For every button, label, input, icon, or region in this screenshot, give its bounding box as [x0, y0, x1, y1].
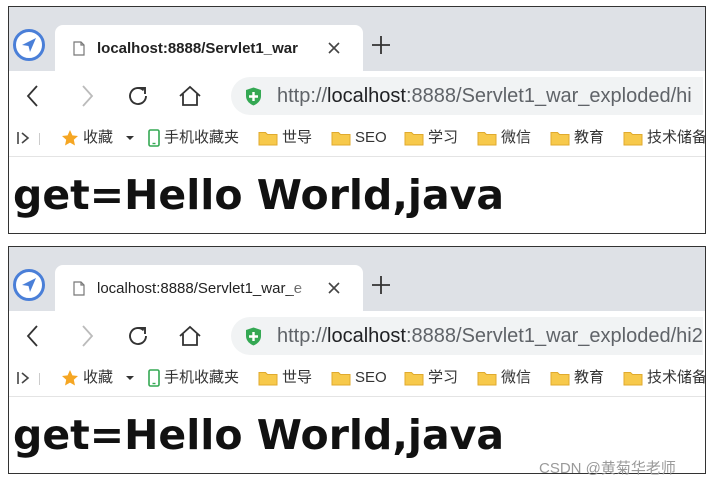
- folder-icon: [331, 132, 351, 146]
- sidebar-toggle-icon[interactable]: [16, 130, 32, 146]
- bookmark-folder[interactable]: 学习: [404, 367, 458, 389]
- bookmark-label: 手机收藏夹: [164, 129, 240, 146]
- bookmark-favorites[interactable]: 收藏: [61, 367, 135, 389]
- bookmark-label: 手机收藏夹: [164, 369, 240, 386]
- bookmark-folder[interactable]: 教育: [550, 127, 604, 149]
- bookmark-label: 微信: [501, 129, 532, 146]
- tab-active[interactable]: localhost:8888/Servlet1_war: [55, 25, 363, 71]
- new-tab-icon[interactable]: [369, 273, 393, 297]
- bookmarks-bar: 收藏 手机收藏夹 世导 SEO 学习 微信 教育 技术储备: [9, 359, 705, 397]
- reload-icon[interactable]: [125, 323, 151, 349]
- tab-strip: localhost:8888/Servlet1_war: [9, 7, 705, 71]
- response-text: get=Hello World,java: [13, 171, 505, 219]
- bookmark-label: 技术储备: [647, 369, 705, 386]
- bookmark-folder[interactable]: 教育: [550, 367, 604, 389]
- star-icon: [62, 130, 78, 146]
- url-text: http://localhost:8888/Servlet1_war_explo…: [277, 324, 703, 348]
- forward-icon[interactable]: [73, 83, 99, 109]
- bookmark-label: 教育: [574, 369, 605, 386]
- chevron-down-icon[interactable]: [125, 374, 135, 382]
- page-icon: [73, 41, 85, 56]
- bookmark-folder[interactable]: 世导: [258, 367, 312, 389]
- bookmark-folder[interactable]: 技术储备: [623, 367, 705, 389]
- bookmark-label: SEO: [355, 129, 387, 146]
- folder-icon: [258, 372, 278, 386]
- browser-logo-icon[interactable]: [13, 29, 45, 61]
- toolbar: http://localhost:8888/Servlet1_war_explo…: [9, 311, 705, 359]
- bookmark-label: 微信: [501, 369, 532, 386]
- page-icon: [73, 281, 85, 296]
- browser-logo-icon[interactable]: [13, 269, 45, 301]
- mobile-icon: [148, 369, 160, 387]
- url-path: :8888/Servlet1_war_exploded/hi: [405, 85, 692, 107]
- forward-icon[interactable]: [73, 323, 99, 349]
- folder-icon: [404, 372, 424, 386]
- home-icon[interactable]: [177, 83, 203, 109]
- star-icon: [62, 370, 78, 386]
- shield-icon: [246, 87, 261, 106]
- bookmark-folder[interactable]: 世导: [258, 127, 312, 149]
- back-icon[interactable]: [21, 323, 47, 349]
- url-scheme: http://: [277, 85, 328, 107]
- url-scheme: http://: [277, 325, 328, 347]
- back-icon[interactable]: [21, 83, 47, 109]
- folder-icon: [477, 372, 497, 386]
- browser-window-2: localhost:8888/Servlet1_war_e http://loc…: [8, 246, 706, 474]
- new-tab-icon[interactable]: [369, 33, 393, 57]
- shield-icon: [246, 327, 261, 346]
- watermark: CSDN @黄菊华老师: [539, 460, 676, 477]
- tab-strip: localhost:8888/Servlet1_war_e: [9, 247, 705, 311]
- bookmark-divider: [39, 133, 40, 145]
- bookmark-label: 学习: [428, 129, 459, 146]
- url-host: localhost: [327, 325, 406, 347]
- bookmark-divider: [39, 373, 40, 385]
- mobile-icon: [148, 129, 160, 147]
- tab-title: localhost:8888/Servlet1_war: [97, 40, 298, 57]
- toolbar: http://localhost:8888/Servlet1_war_explo…: [9, 71, 705, 119]
- bookmark-folder[interactable]: 微信: [477, 367, 531, 389]
- bookmark-folder[interactable]: SEO: [331, 367, 387, 389]
- bookmark-label: 收藏: [83, 369, 114, 386]
- url-host: localhost: [327, 85, 406, 107]
- home-icon[interactable]: [177, 323, 203, 349]
- bookmark-folder[interactable]: 学习: [404, 127, 458, 149]
- bookmark-label: 教育: [574, 129, 605, 146]
- folder-icon: [331, 372, 351, 386]
- bookmark-label: SEO: [355, 369, 387, 386]
- folder-icon: [258, 132, 278, 146]
- address-bar[interactable]: http://localhost:8888/Servlet1_war_explo…: [231, 77, 703, 115]
- bookmark-folder[interactable]: 技术储备: [623, 127, 705, 149]
- folder-icon: [550, 372, 570, 386]
- folder-icon: [623, 132, 643, 146]
- address-bar[interactable]: http://localhost:8888/Servlet1_war_explo…: [231, 317, 703, 355]
- folder-icon: [404, 132, 424, 146]
- bookmark-mobile[interactable]: 手机收藏夹: [148, 367, 239, 389]
- close-tab-icon[interactable]: [327, 41, 341, 55]
- url-text: http://localhost:8888/Servlet1_war_explo…: [277, 84, 692, 108]
- sidebar-toggle-icon[interactable]: [16, 370, 32, 386]
- page-content: get=Hello World,java: [9, 157, 705, 233]
- chevron-down-icon[interactable]: [125, 134, 135, 142]
- tab-title: localhost:8888/Servlet1_war_e: [97, 280, 303, 297]
- bookmark-mobile[interactable]: 手机收藏夹: [148, 127, 239, 149]
- browser-window-1: localhost:8888/Servlet1_war http://local…: [8, 6, 706, 234]
- bookmark-folder[interactable]: SEO: [331, 127, 387, 149]
- reload-icon[interactable]: [125, 83, 151, 109]
- close-tab-icon[interactable]: [327, 281, 341, 295]
- bookmark-folder[interactable]: 微信: [477, 127, 531, 149]
- folder-icon: [477, 132, 497, 146]
- tab-active[interactable]: localhost:8888/Servlet1_war_e: [55, 265, 363, 311]
- bookmark-label: 收藏: [83, 129, 114, 146]
- bookmark-label: 世导: [282, 129, 313, 146]
- bookmarks-bar: 收藏 手机收藏夹 世导 SEO 学习 微信 教育 技术储备: [9, 119, 705, 157]
- url-path: :8888/Servlet1_war_exploded/hi2: [405, 325, 703, 347]
- bookmark-label: 学习: [428, 369, 459, 386]
- folder-icon: [623, 372, 643, 386]
- bookmark-label: 世导: [282, 369, 313, 386]
- bookmark-label: 技术储备: [647, 129, 705, 146]
- folder-icon: [550, 132, 570, 146]
- bookmark-favorites[interactable]: 收藏: [61, 127, 135, 149]
- response-text: get=Hello World,java: [13, 411, 505, 459]
